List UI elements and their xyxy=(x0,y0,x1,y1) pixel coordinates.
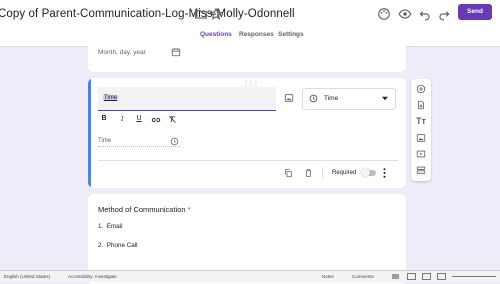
side-toolbar: Tт xyxy=(411,79,431,181)
drag-handle-icon[interactable]: ⋮⋮⋮ xyxy=(243,80,259,87)
clock-icon xyxy=(170,137,179,146)
link-icon[interactable] xyxy=(151,116,161,124)
card-divider xyxy=(98,160,398,161)
add-section-icon[interactable] xyxy=(416,165,426,175)
calendar-icon xyxy=(171,48,181,57)
redo-icon[interactable] xyxy=(437,7,451,21)
zoom-slider[interactable] xyxy=(452,276,496,277)
slideshow-icon[interactable] xyxy=(437,273,446,280)
clock-icon xyxy=(309,94,318,103)
time-answer-placeholder: Time xyxy=(98,138,180,147)
required-toggle[interactable] xyxy=(361,168,376,177)
add-question-icon[interactable] xyxy=(416,84,426,94)
language-status[interactable]: English (United States) xyxy=(4,274,50,279)
question-title-text[interactable]: Time xyxy=(103,95,119,101)
option-number: 1. xyxy=(98,223,104,230)
send-button[interactable]: Send xyxy=(458,4,492,20)
question-type-dropdown[interactable]: Time xyxy=(302,88,396,110)
tab-responses[interactable]: Responses xyxy=(239,31,274,38)
comments-button[interactable]: Comments xyxy=(352,274,374,279)
tab-questions[interactable]: Questions xyxy=(200,31,232,38)
question-type-label: Time xyxy=(324,95,339,102)
option-label: Email xyxy=(106,223,123,230)
document-title[interactable]: Copy of Parent-Communication-Log-Miss-Mo… xyxy=(0,8,295,20)
question-title: Method of Communication * xyxy=(98,205,191,214)
add-video-icon[interactable] xyxy=(416,149,426,159)
preview-eye-icon[interactable] xyxy=(398,7,412,21)
status-bar: English (United States) Accessibility: I… xyxy=(0,270,500,282)
required-label: Required xyxy=(332,170,357,176)
option-number: 2. xyxy=(98,242,104,249)
slide-sorter-icon[interactable] xyxy=(407,273,416,280)
add-title-icon[interactable]: Tт xyxy=(416,116,426,126)
add-image-icon[interactable] xyxy=(284,93,294,103)
date-question-card[interactable]: Month, day, year xyxy=(88,38,406,72)
active-card-indicator xyxy=(88,78,91,188)
toolbar-separator xyxy=(322,167,323,179)
bold-button[interactable]: B xyxy=(99,115,109,122)
delete-icon[interactable] xyxy=(304,168,313,178)
import-questions-icon[interactable] xyxy=(416,100,426,110)
duplicate-icon[interactable] xyxy=(284,168,293,178)
toggle-knob xyxy=(361,168,370,177)
star-icon[interactable] xyxy=(209,7,223,21)
more-options-icon[interactable] xyxy=(382,168,387,178)
palette-icon[interactable] xyxy=(377,7,391,21)
list-item[interactable]: 1. Email xyxy=(98,223,123,230)
question-title-input[interactable]: Time xyxy=(98,87,276,111)
tab-settings[interactable]: Settings xyxy=(278,31,304,38)
accessibility-status[interactable]: Accessibility: Investigate xyxy=(68,274,117,279)
add-image-icon[interactable] xyxy=(416,133,426,143)
clear-formatting-icon[interactable] xyxy=(168,115,177,124)
underline-button[interactable]: U xyxy=(134,115,144,122)
list-item[interactable]: 2. Phone Call xyxy=(98,242,138,249)
folder-icon[interactable] xyxy=(194,7,208,21)
undo-icon[interactable] xyxy=(418,7,432,21)
date-placeholder: Month, day, year xyxy=(98,49,146,56)
reading-view-icon[interactable] xyxy=(422,273,431,280)
normal-view-icon[interactable] xyxy=(392,274,399,279)
option-label: Phone Call xyxy=(106,242,138,249)
time-question-card[interactable]: ⋮⋮⋮ Time Time B I U Time Required xyxy=(88,78,406,188)
notes-button[interactable]: Notes xyxy=(322,274,334,279)
italic-button[interactable]: I xyxy=(117,115,127,123)
chevron-down-icon xyxy=(382,96,388,101)
required-asterisk: * xyxy=(187,205,191,214)
question-title-text: Method of Communication xyxy=(98,205,186,214)
